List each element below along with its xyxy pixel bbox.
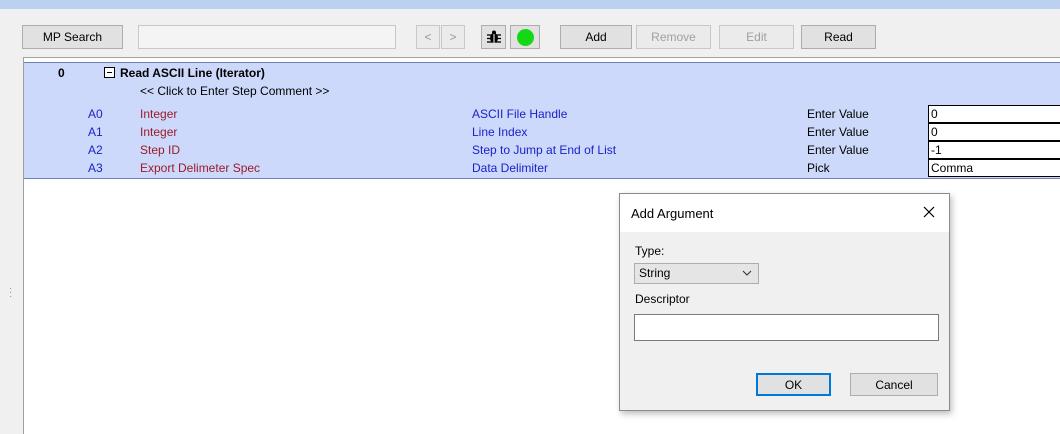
arg-description: Line Index [472, 125, 528, 139]
arg-id: A3 [88, 161, 103, 175]
close-icon[interactable] [919, 202, 939, 222]
argument-row[interactable]: A1 Integer Line Index Enter Value 0 [24, 123, 1060, 141]
run-status-button[interactable] [510, 25, 540, 49]
cancel-button[interactable]: Cancel [850, 373, 938, 396]
arg-description: Step to Jump at End of List [472, 143, 617, 157]
toolbar: MP Search < > Add Remove Edit Read [0, 9, 1060, 57]
read-button[interactable]: Read [801, 25, 876, 49]
argument-row[interactable]: A0 Integer ASCII File Handle Enter Value… [24, 105, 1060, 123]
arg-mode: Enter Value [807, 107, 869, 121]
arg-mode: Pick [807, 161, 830, 175]
bug-icon [486, 30, 501, 43]
collapse-icon[interactable] [104, 67, 115, 78]
mp-search-button[interactable]: MP Search [22, 25, 123, 49]
arg-mode: Enter Value [807, 143, 869, 157]
next-button[interactable]: > [441, 25, 465, 49]
step-comment-row[interactable]: << Click to Enter Step Comment >> [24, 82, 1060, 100]
edit-button[interactable]: Edit [719, 25, 794, 49]
arg-value-field[interactable]: Comma [928, 159, 1060, 177]
arg-type: Export Delimeter Spec [140, 161, 261, 175]
arg-value-field[interactable]: 0 [928, 105, 1060, 123]
type-label: Type: [635, 244, 665, 258]
arg-id: A2 [88, 143, 103, 157]
descriptor-label: Descriptor [635, 292, 690, 306]
arg-id: A0 [88, 107, 103, 121]
debug-button[interactable] [481, 25, 506, 49]
arg-type: Integer [140, 125, 178, 139]
arg-value-field[interactable]: 0 [928, 123, 1060, 141]
dialog-title: Add Argument [631, 206, 714, 221]
arg-mode: Enter Value [807, 125, 869, 139]
step-title: Read ASCII Line (Iterator) [120, 66, 265, 80]
dialog-title-bar[interactable]: Add Argument [620, 194, 949, 232]
argument-row[interactable]: A3 Export Delimeter Spec Data Delimiter … [24, 159, 1060, 177]
argument-row[interactable]: A2 Step ID Step to Jump at End of List E… [24, 141, 1060, 159]
ok-button[interactable]: OK [756, 373, 831, 396]
step-block[interactable]: 0 Read ASCII Line (Iterator) << Click to… [24, 62, 1060, 179]
arg-description: ASCII File Handle [472, 107, 568, 121]
arg-description: Data Delimiter [472, 161, 549, 175]
status-indicator-icon [516, 28, 534, 46]
chevron-down-icon [742, 270, 752, 276]
window-top-bar [0, 0, 1060, 9]
add-argument-dialog: Add Argument Type: String Descriptor OK … [619, 193, 950, 411]
arg-id: A1 [88, 125, 103, 139]
arg-type: Integer [140, 107, 178, 121]
add-button[interactable]: Add [560, 25, 632, 49]
descriptor-input[interactable] [634, 314, 939, 341]
step-number: 0 [58, 66, 65, 80]
search-input[interactable] [138, 25, 396, 49]
previous-button[interactable]: < [416, 25, 440, 49]
step-comment[interactable]: << Click to Enter Step Comment >> [140, 84, 329, 98]
step-header-row[interactable]: 0 Read ASCII Line (Iterator) [24, 64, 1060, 82]
arg-value-field[interactable]: -1 [928, 141, 1060, 159]
type-select[interactable]: String [634, 263, 759, 284]
arg-type: Step ID [140, 143, 181, 157]
type-select-value: String [639, 266, 671, 280]
splitter-handle[interactable]: · · · [9, 284, 13, 302]
remove-button[interactable]: Remove [636, 25, 711, 49]
